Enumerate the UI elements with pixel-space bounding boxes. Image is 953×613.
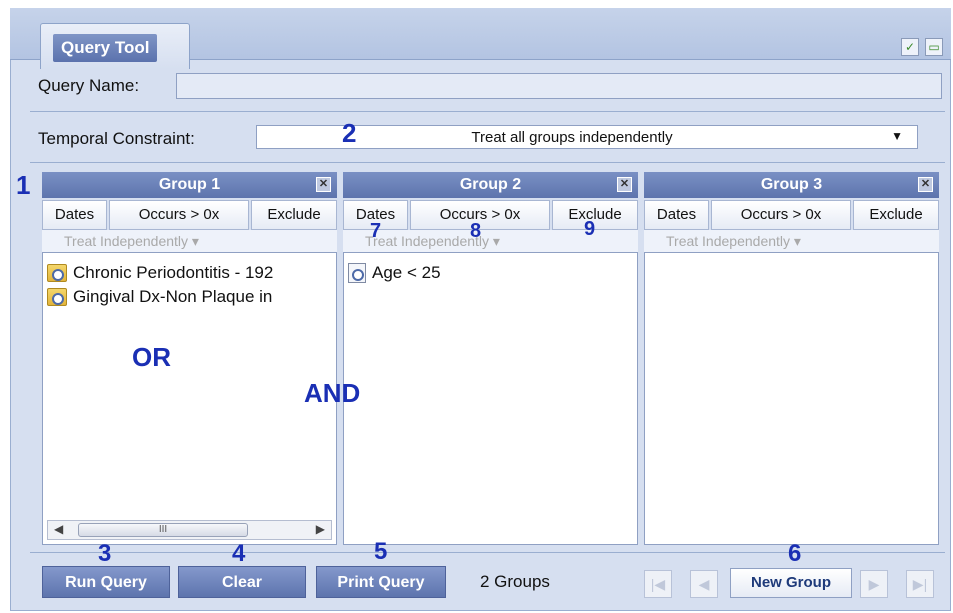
dates-button[interactable]: Dates [42,200,107,230]
dropdown-arrow-icon: ▼ [891,129,903,143]
run-query-button[interactable]: Run Query [42,566,170,598]
window-restore-icon[interactable]: ▭ [925,38,943,56]
item-label: Gingival Dx-Non Plaque in [73,287,273,306]
annotation-9: 9 [584,218,596,240]
close-icon[interactable]: ✕ [617,177,632,192]
scroll-left-icon[interactable]: ◀ [54,522,63,536]
first-page-icon[interactable]: |◀ [644,570,672,598]
scroll-right-icon[interactable]: ▶ [316,522,325,536]
list-item[interactable]: Chronic Periodontitis - 192 [47,261,273,285]
query-name-label: Query Name: [38,76,140,95]
group-drop-area[interactable]: Age < 25 [343,252,638,545]
group-title: Group 2 [459,176,522,193]
list-item[interactable]: Age < 25 [348,261,441,285]
item-label: Chronic Periodontitis - 192 [73,263,274,282]
chevron-down-icon: ▾ [492,233,500,249]
annotation-4: 4 [232,540,246,567]
treat-dropdown[interactable]: Treat Independently ▾ [42,230,337,252]
annotation-5: 5 [374,538,388,565]
item-label: Age < 25 [372,263,441,282]
group-header: Group 1 ✕ [42,172,337,198]
divider [30,111,945,112]
scroll-thumb[interactable]: III [78,523,248,537]
treat-label: Treat Independently [64,233,189,249]
group-title: Group 1 [158,176,221,193]
close-icon[interactable]: ✕ [316,177,331,192]
tab-label: Query Tool [53,34,158,62]
annotation-6: 6 [788,540,802,567]
group-drop-area[interactable] [644,252,939,545]
previous-page-icon[interactable]: ◀ [690,570,718,598]
group-title: Group 3 [760,176,823,193]
temporal-constraint-label: Temporal Constraint: [38,129,195,148]
horizontal-scrollbar[interactable]: ◀ III ▶ [47,520,332,540]
new-group-button[interactable]: New Group [730,568,852,598]
document-icon [348,263,366,283]
folder-icon [47,264,67,282]
check-icon[interactable]: ✓ [901,38,919,56]
treat-label: Treat Independently [666,233,791,249]
annotation-1: 1 [16,170,31,200]
query-name-input[interactable] [176,73,942,99]
occurs-button[interactable]: Occurs > 0x [711,200,851,230]
group-options: Dates Occurs > 0x Exclude [644,200,939,230]
next-page-icon[interactable]: ▶ [860,570,888,598]
exclude-button[interactable]: Exclude [251,200,337,230]
chevron-down-icon: ▾ [793,233,801,249]
annotation-2: 2 [342,118,357,148]
treat-dropdown[interactable]: Treat Independently ▾ [644,230,939,252]
divider [30,162,945,163]
exclude-button[interactable]: Exclude [853,200,939,230]
annotation-or: OR [132,342,171,372]
window-icons: ✓ ▭ [901,38,943,56]
tab-query-tool[interactable]: Query Tool [40,23,190,69]
group-drop-area[interactable]: Chronic Periodontitis - 192 Gingival Dx-… [42,252,337,545]
annotation-3: 3 [98,540,112,567]
annotation-and: AND [304,378,361,408]
dates-button[interactable]: Dates [644,200,709,230]
group-options: Dates Occurs > 0x Exclude [42,200,337,230]
close-icon[interactable]: ✕ [918,177,933,192]
annotation-7: 7 [370,220,382,242]
folder-icon [47,288,67,306]
chevron-down-icon: ▾ [191,233,199,249]
annotation-8: 8 [470,220,482,242]
group-panel-1: Group 1 ✕ Dates Occurs > 0x Exclude Trea… [42,172,337,546]
occurs-button[interactable]: Occurs > 0x [109,200,249,230]
print-query-button[interactable]: Print Query [316,566,446,598]
group-count: 2 Groups [480,572,550,591]
list-item[interactable]: Gingival Dx-Non Plaque in [47,285,272,309]
tab-bar: Query Tool ✓ ▭ [10,8,951,69]
last-page-icon[interactable]: ▶| [906,570,934,598]
query-tool-window: Query Tool ✓ ▭ Query Name: Temporal Cons… [0,0,953,613]
group-header: Group 2 ✕ [343,172,638,198]
clear-button[interactable]: Clear [178,566,306,598]
group-header: Group 3 ✕ [644,172,939,198]
group-panel-3: Group 3 ✕ Dates Occurs > 0x Exclude Trea… [644,172,939,546]
